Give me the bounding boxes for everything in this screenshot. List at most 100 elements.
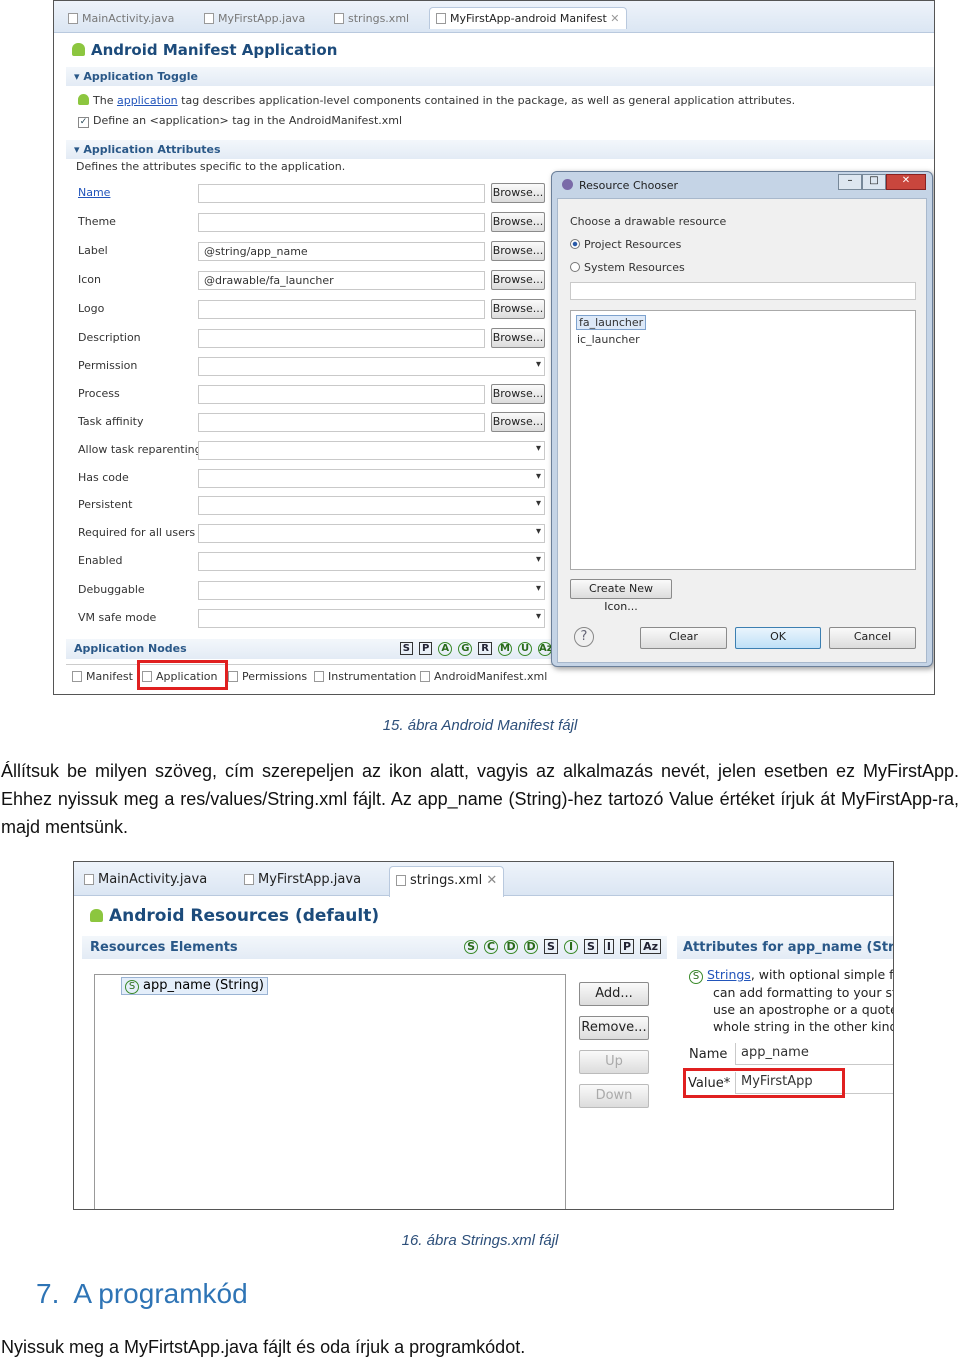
browse-button[interactable]: Browse... [491, 241, 545, 261]
tab-mainactivity[interactable]: MainActivity.java [84, 872, 207, 887]
name-input[interactable]: app_name [735, 1043, 893, 1065]
application-link[interactable]: application [117, 94, 178, 107]
application-attributes-header[interactable]: ▾ Application Attributes [66, 140, 934, 159]
close-icon[interactable]: ✕ [486, 873, 497, 888]
body-paragraph: Állítsuk be milyen szöveg, cím szerepelj… [1, 761, 959, 837]
add-button[interactable]: Add... [579, 982, 649, 1006]
string-icon: S [689, 970, 703, 984]
field-dropdown[interactable] [198, 524, 545, 543]
field-label: Label [78, 244, 108, 257]
node-type-icon[interactable]: A [438, 642, 453, 656]
field-input[interactable] [198, 184, 485, 203]
maximize-button[interactable]: □ [862, 174, 886, 190]
node-type-icon[interactable]: G [458, 642, 473, 656]
xml-file-icon [334, 13, 344, 24]
resource-list[interactable]: fa_launcher ic_launcher [570, 310, 916, 570]
tab-icon [228, 671, 238, 682]
browse-button[interactable]: Browse... [491, 384, 545, 404]
clear-button[interactable]: Clear [640, 627, 727, 649]
ok-button[interactable]: OK [735, 627, 821, 649]
list-item[interactable]: ic_launcher [577, 333, 640, 346]
field-input[interactable] [198, 329, 485, 348]
define-application-checkbox[interactable]: ✓ Define an <application> tag in the Andr… [78, 114, 402, 128]
tab-strings[interactable]: strings.xml ✕ [389, 866, 505, 897]
element-type-icon[interactable]: C [484, 940, 499, 954]
element-type-icon[interactable]: Az [640, 939, 661, 954]
field-label: Task affinity [78, 415, 144, 428]
node-type-icon[interactable]: P [418, 642, 433, 655]
browse-button[interactable]: Browse... [491, 412, 545, 432]
browse-button[interactable]: Browse... [491, 270, 545, 290]
field-input[interactable] [198, 213, 485, 232]
node-icons: S P A G R M U Az [394, 641, 553, 656]
field-dropdown[interactable] [198, 552, 545, 571]
editor-tabs: MainActivity.java MyFirstApp.java string… [54, 1, 934, 33]
field-dropdown[interactable] [198, 469, 545, 488]
help-icon[interactable]: ? [574, 627, 594, 647]
browse-button[interactable]: Browse... [491, 328, 545, 348]
field-input[interactable] [198, 413, 485, 432]
up-button[interactable]: Up [579, 1050, 649, 1074]
radio-checked-icon[interactable] [570, 239, 580, 249]
node-type-icon[interactable]: M [498, 642, 512, 656]
field-input[interactable]: @string/app_name [198, 242, 485, 261]
field-dropdown[interactable] [198, 581, 545, 600]
toggle-description: The application tag describes applicatio… [78, 94, 795, 107]
android-icon [78, 94, 89, 105]
tab-manifest[interactable]: MyFirstApp-android Manifest ✕ [429, 7, 627, 29]
down-button[interactable]: Down [579, 1084, 649, 1108]
field-dropdown[interactable] [198, 609, 545, 628]
node-type-icon[interactable]: R [478, 642, 492, 655]
field-input[interactable] [198, 385, 485, 404]
checkbox-checked-icon[interactable]: ✓ [78, 117, 89, 128]
bottom-tab[interactable]: Instrumentation [314, 670, 416, 683]
radio-project-resources[interactable]: Project Resources [570, 238, 681, 251]
node-type-icon[interactable]: U [518, 642, 532, 656]
tab-mainactivity[interactable]: MainActivity.java [68, 12, 174, 25]
tab-strings[interactable]: strings.xml [334, 12, 409, 25]
field-input[interactable] [198, 300, 485, 319]
strings-editor-screenshot: MainActivity.java MyFirstApp.java string… [73, 861, 894, 1210]
application-toggle-header[interactable]: ▾ Application Toggle [66, 67, 934, 86]
filter-input[interactable] [570, 282, 916, 300]
browse-button[interactable]: Browse... [491, 183, 545, 203]
element-type-icon[interactable]: D [504, 940, 519, 954]
browse-button[interactable]: Browse... [491, 299, 545, 319]
field-dropdown[interactable] [198, 441, 545, 460]
tab-myfirstapp[interactable]: MyFirstApp.java [204, 12, 305, 25]
element-type-icon[interactable]: S [583, 939, 598, 954]
strings-link[interactable]: Strings [707, 967, 751, 982]
field-label: Has code [78, 471, 129, 484]
minimize-button[interactable]: – [838, 174, 862, 190]
radio-system-resources[interactable]: System Resources [570, 261, 685, 274]
tab-myfirstapp[interactable]: MyFirstApp.java [244, 872, 361, 887]
cancel-button[interactable]: Cancel [829, 627, 916, 649]
element-type-icon[interactable]: P [620, 939, 635, 954]
bottom-tab[interactable]: Permissions [228, 670, 307, 683]
bottom-tab[interactable]: Manifest [72, 670, 133, 683]
list-item[interactable]: Sapp_name (String) [121, 977, 268, 995]
field-dropdown[interactable] [198, 357, 545, 376]
close-icon[interactable]: ✕ [610, 12, 619, 25]
field-label: Enabled [78, 554, 123, 567]
element-type-icon[interactable]: S [464, 940, 479, 954]
element-type-icon[interactable]: D [524, 940, 539, 954]
field-dropdown[interactable] [198, 496, 545, 515]
resources-elements-header: Resources Elements S C D D S I S I P Az [82, 936, 667, 959]
element-type-icon[interactable]: S [544, 939, 558, 954]
android-icon [90, 909, 103, 922]
bottom-tab[interactable]: AndroidManifest.xml [420, 670, 547, 683]
create-new-icon-button[interactable]: Create New Icon... [570, 579, 672, 613]
close-button[interactable]: ✕ [886, 174, 926, 190]
remove-button[interactable]: Remove... [579, 1016, 649, 1040]
field-input[interactable]: @drawable/fa_launcher [198, 271, 485, 290]
browse-button[interactable]: Browse... [491, 212, 545, 232]
node-type-icon[interactable]: S [399, 642, 413, 655]
node-type-icon[interactable]: Az [538, 642, 553, 656]
resources-list[interactable]: Sapp_name (String) [94, 974, 566, 1209]
list-item[interactable]: fa_launcher [576, 315, 647, 330]
radio-unchecked-icon[interactable] [570, 262, 580, 272]
element-type-icon[interactable]: I [603, 939, 615, 954]
element-type-icon[interactable]: I [563, 940, 578, 954]
field-label: Logo [78, 302, 105, 315]
